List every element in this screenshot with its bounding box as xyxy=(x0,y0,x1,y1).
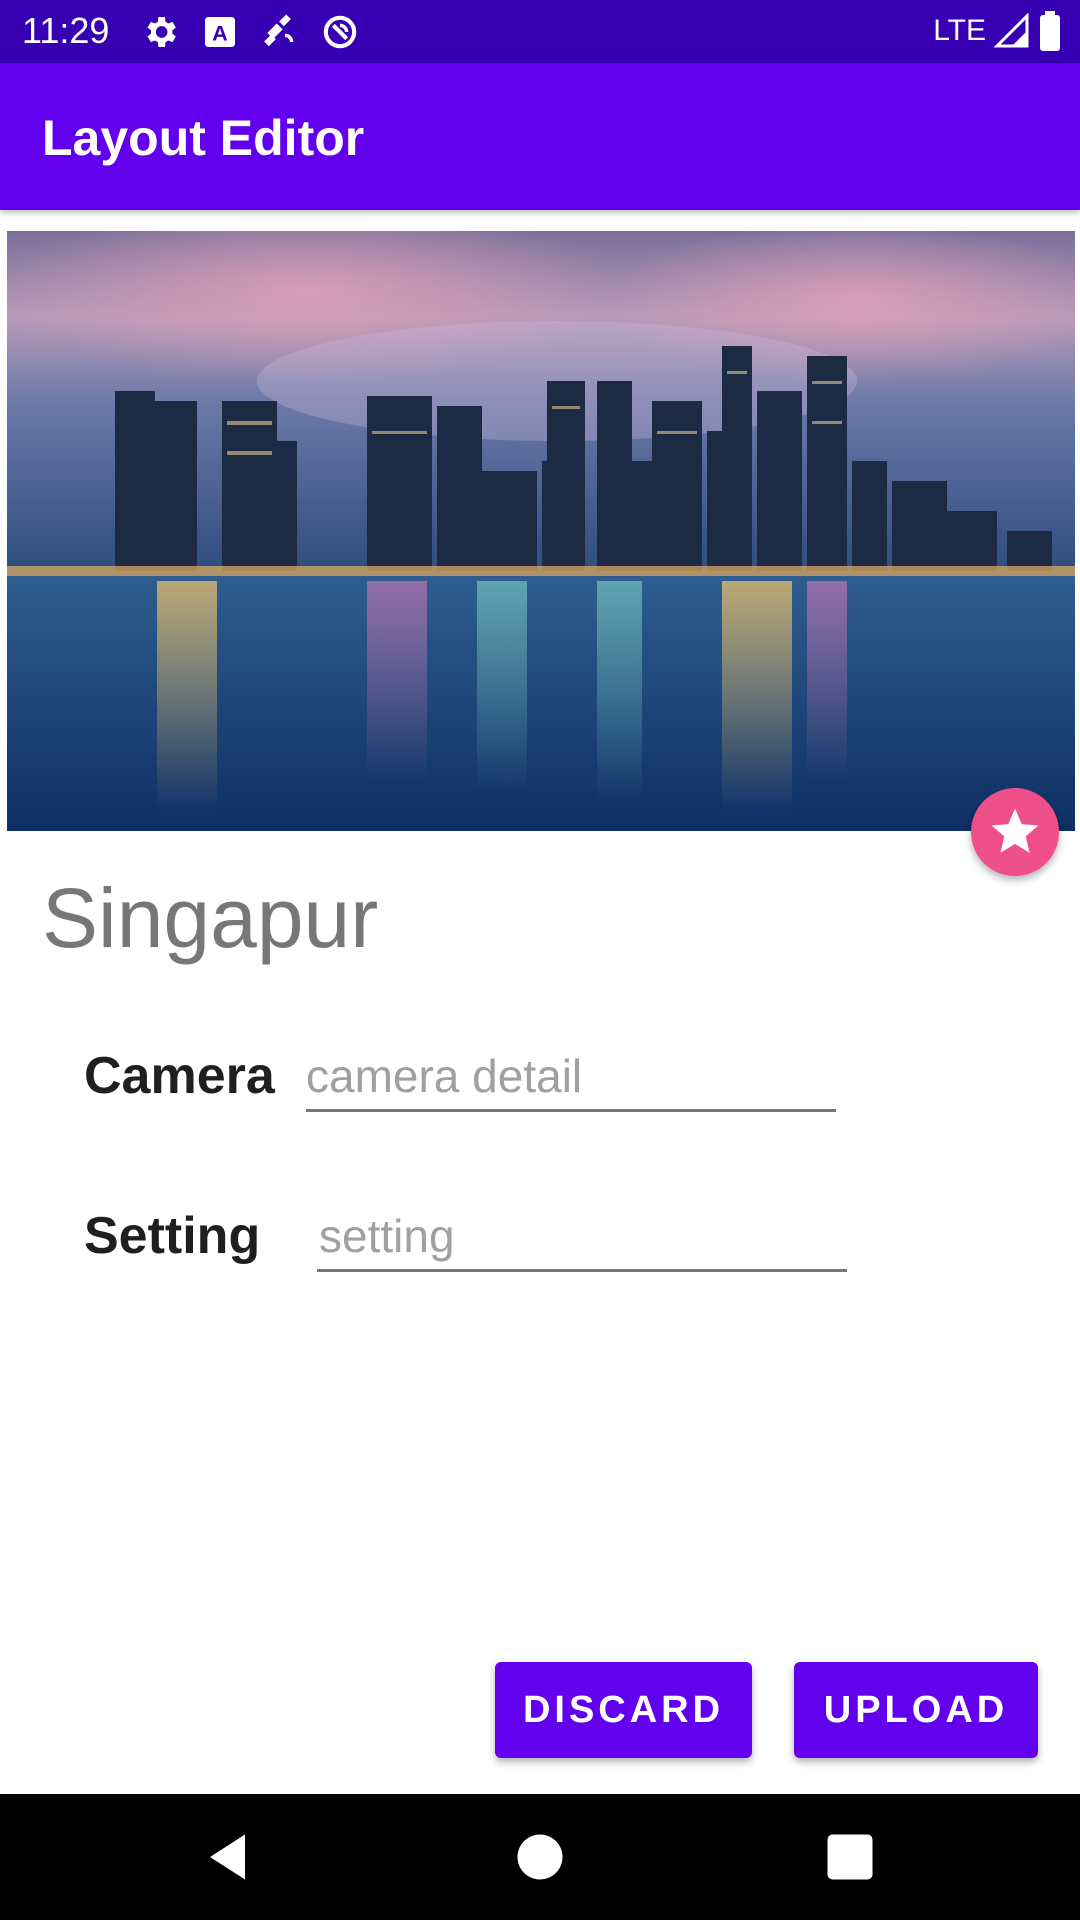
sync-icon xyxy=(323,15,357,49)
recents-icon[interactable] xyxy=(820,1827,880,1887)
favorite-button[interactable] xyxy=(971,788,1059,876)
status-time: 11:29 xyxy=(22,10,110,51)
camera-detail-input[interactable] xyxy=(306,1042,836,1112)
place-title: Singapur xyxy=(42,871,379,965)
network-type: LTE xyxy=(933,14,986,47)
satellite-icon xyxy=(264,14,294,47)
app-title: Layout Editor xyxy=(42,110,365,166)
app-bar: Layout Editor xyxy=(0,63,1080,210)
setting-label: Setting xyxy=(84,1207,261,1265)
status-notification-icons: A xyxy=(140,12,360,52)
camera-label: Camera xyxy=(84,1047,275,1105)
settings-icon xyxy=(147,17,176,47)
status-bar: 11:29 A LTE xyxy=(0,0,1080,63)
keyboard-a-icon: A xyxy=(205,17,235,47)
battery-icon xyxy=(1040,11,1060,51)
city-skyline-photo xyxy=(7,231,1075,831)
upload-button[interactable]: UPLOAD xyxy=(794,1662,1038,1758)
svg-text:A: A xyxy=(212,20,228,45)
status-system-icons: LTE xyxy=(933,10,1062,52)
star-icon xyxy=(991,808,1039,853)
discard-button[interactable]: DISCARD xyxy=(495,1662,752,1758)
navigation-bar xyxy=(0,1794,1080,1920)
signal-icon xyxy=(994,13,1029,48)
setting-input[interactable] xyxy=(317,1202,847,1272)
home-icon[interactable] xyxy=(510,1827,570,1887)
back-icon[interactable] xyxy=(200,1827,260,1887)
